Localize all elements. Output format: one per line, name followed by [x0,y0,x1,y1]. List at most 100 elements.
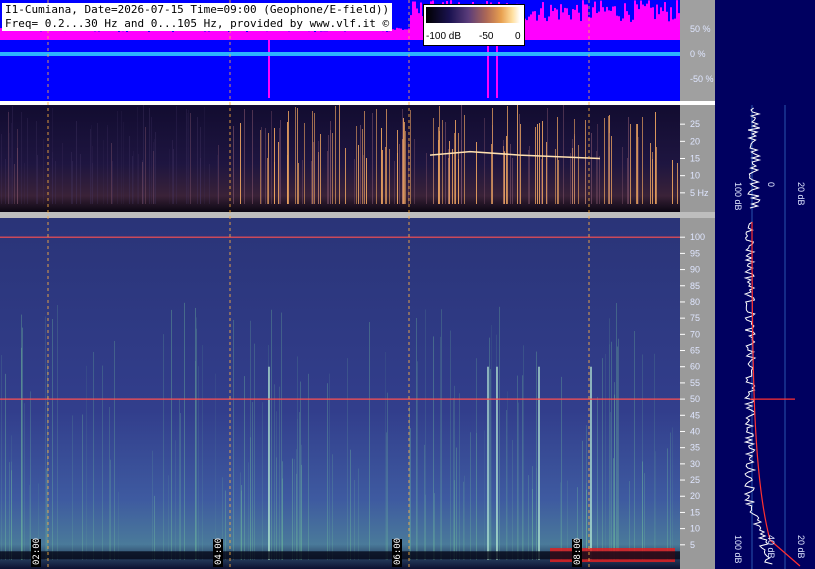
envelope-bar [62,30,64,40]
low-streak [546,142,547,204]
high-streak [175,440,176,560]
waveform-spike [496,40,498,98]
envelope-bar [320,31,322,40]
envelope-bar [220,30,222,40]
high-tick-label: 35 [690,443,700,453]
high-streak [618,338,619,560]
high-streak [597,397,598,560]
waveform-tick-label: -50 % [690,74,714,84]
low-profile-tick: 20 dB [796,182,806,206]
high-tick-label: 5 [690,540,695,550]
envelope-bar [638,9,640,40]
envelope-bar [418,13,420,40]
envelope-bar [132,29,134,40]
high-streak [152,450,153,560]
envelope-bar [244,30,246,40]
low-streak [339,105,340,204]
envelope-bar [636,4,638,40]
high-streak [610,412,611,560]
low-streak [656,147,657,204]
envelope-bar [674,18,676,40]
envelope-bar [410,15,412,40]
low-streak [510,144,511,204]
high-streak [350,449,351,560]
low-streak [92,163,93,204]
low-streak [503,140,504,204]
low-streak [312,111,313,204]
low-streak [27,118,28,204]
envelope-bar [590,17,592,40]
high-streak [171,309,172,560]
high-streak [296,449,297,560]
high-streak [52,318,53,560]
high-streak [299,412,300,560]
low-tick-label: 20 [690,136,700,146]
envelope-bar [558,19,560,40]
envelope-bar [2,30,4,40]
high-streak [441,309,442,560]
high-streak [617,346,618,560]
high-spike [538,366,540,560]
high-streak [484,430,485,560]
high-streak [358,468,359,560]
high-streak [282,478,283,560]
low-streak [21,112,22,204]
envelope-bar [270,30,272,40]
high-streak [109,406,110,560]
envelope-bar [192,30,194,40]
envelope-bar [654,19,656,40]
header-title: I1-Cumiana, Date=2026-07-15 Time=09:00 (… [2,3,393,17]
envelope-bar [388,31,390,40]
high-streak [300,381,301,560]
high-streak [654,353,655,560]
low-tick-label: 10 [690,171,700,181]
low-streak [448,149,449,204]
envelope-bar [352,30,354,40]
low-streak [111,143,112,204]
low-streak [332,133,333,204]
low-streak [76,121,77,204]
high-streak [82,414,83,560]
high-streak [297,356,298,560]
high-streak [271,309,272,560]
envelope-bar [596,13,598,40]
low-streak [585,159,586,204]
envelope-bar [538,14,540,40]
envelope-bar [314,31,316,40]
envelope-bar [120,30,122,40]
envelope-bar [178,29,180,40]
low-streak [268,133,269,204]
low-streak [97,123,98,204]
high-streak [416,318,417,560]
low-streak [36,121,37,204]
envelope-bar [602,7,604,40]
low-streak [630,124,631,204]
waveform-trace [0,52,680,56]
envelope-bar [580,21,582,40]
low-streak [484,118,485,204]
low-profile-tick: 0 [766,182,776,187]
low-streak [280,120,281,204]
envelope-bar [562,12,564,41]
envelope-bar [112,29,114,40]
envelope-bar [22,29,24,40]
envelope-bar [542,2,544,40]
envelope-bar [546,21,548,40]
envelope-bar [656,4,658,40]
high-streak [456,447,457,560]
high-streak [46,468,47,560]
low-streak [608,116,609,204]
low-streak [452,149,453,204]
high-streak [154,495,155,560]
envelope-bar [224,29,226,40]
low-streak [154,139,155,204]
envelope-bar [568,14,570,40]
high-tick-label: 15 [690,507,700,517]
low-streak [43,139,44,204]
low-streak [520,124,521,204]
high-tick-label: 50 [690,394,700,404]
low-streak [360,125,361,204]
low-streak [572,139,573,204]
low-streak [454,133,455,204]
envelope-bar [532,11,534,40]
